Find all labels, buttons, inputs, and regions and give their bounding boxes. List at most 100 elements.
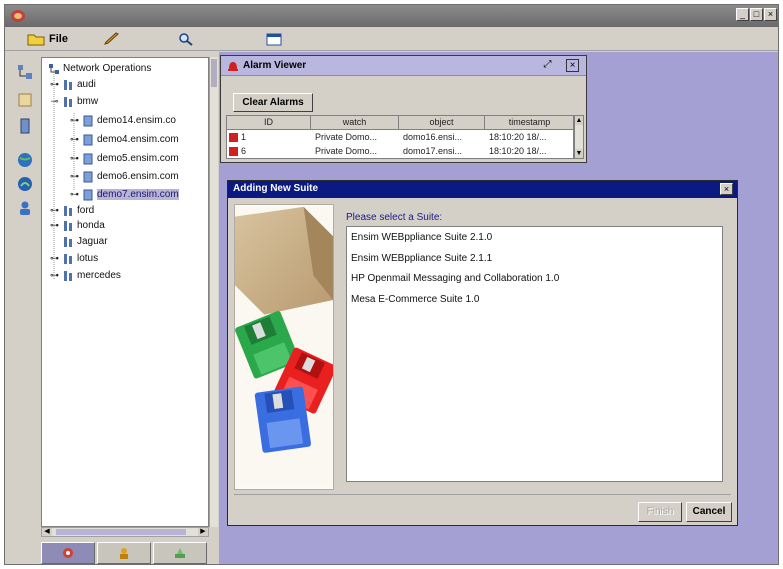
folder-icon: [27, 34, 45, 46]
adding-new-suite-dialog: Adding New Suite × Please select a Suite…: [227, 180, 738, 526]
close-icon[interactable]: ×: [720, 183, 733, 195]
user-icon[interactable]: [16, 199, 34, 217]
cell-id: 1: [241, 132, 247, 142]
tab-users-view[interactable]: [97, 542, 151, 564]
restore-icon[interactable]: ⤢: [541, 59, 554, 72]
expand-handle-icon[interactable]: ⊶: [70, 153, 79, 164]
tree-root[interactable]: Network Operations: [48, 61, 151, 76]
column-header-watch[interactable]: watch: [311, 116, 399, 130]
tree-node-audi[interactable]: ⊶ audi: [50, 77, 96, 92]
server-icon: [83, 115, 93, 126]
expand-handle-icon[interactable]: ⊶: [50, 79, 59, 90]
domain-group-icon: [64, 205, 72, 216]
tree-horizontal-scrollbar[interactable]: ◀ ▶: [41, 527, 209, 537]
menu-window[interactable]: [265, 31, 287, 47]
list-item[interactable]: Ensim WEBppliance Suite 2.1.0: [351, 232, 492, 243]
column-header-timestamp[interactable]: timestamp: [485, 116, 573, 130]
scroll-thumb[interactable]: [211, 59, 217, 87]
expand-handle-icon[interactable]: ⊶: [70, 134, 79, 145]
alarm-table-scrollbar[interactable]: ▲ ▼: [574, 115, 584, 159]
tab-tools-view[interactable]: [153, 542, 207, 564]
domain-group-icon: [64, 79, 72, 90]
alarm-viewer-title: Alarm Viewer: [243, 60, 307, 71]
list-item[interactable]: HP Openmail Messaging and Collaboration …: [351, 273, 559, 284]
tree-node-lotus[interactable]: ⊶ lotus: [50, 251, 98, 266]
cell-watch: Private Domo...: [315, 132, 378, 142]
tree-node-server[interactable]: ⊶ demo14.ensim.co: [70, 113, 176, 128]
minimize-button[interactable]: _: [736, 8, 749, 21]
dialog-titlebar[interactable]: Adding New Suite ×: [228, 181, 737, 198]
alarm-viewer-window: Alarm Viewer ⤢ × Clear Alarms ID watch o…: [220, 55, 587, 163]
magnifier-icon: [179, 33, 193, 46]
network-icon: [49, 63, 59, 74]
finish-button[interactable]: Finish: [638, 502, 682, 522]
tree-node-server[interactable]: ⊶ demo5.ensim.com: [70, 151, 179, 166]
notes-icon[interactable]: [16, 91, 34, 109]
network-view-icon: [63, 548, 73, 558]
alarm-viewer-titlebar[interactable]: Alarm Viewer ⤢ ×: [221, 56, 586, 76]
server-icon: [83, 153, 93, 164]
expand-handle-icon[interactable]: ⊶: [70, 189, 79, 200]
expand-handle-icon[interactable]: ⊶: [50, 220, 59, 231]
cancel-button[interactable]: Cancel: [686, 502, 732, 522]
scroll-down-icon[interactable]: ▼: [575, 149, 583, 158]
server-icon: [83, 134, 93, 145]
menu-file[interactable]: File: [27, 31, 68, 47]
tab-network-view[interactable]: [41, 542, 95, 564]
cell-timestamp: 18:10:20 18/...: [489, 132, 547, 142]
tree-vertical-scrollbar[interactable]: [209, 57, 218, 527]
tree-node-bmw[interactable]: ⊸ bmw: [50, 94, 98, 109]
left-toolbar: [13, 61, 39, 241]
expand-handle-icon[interactable]: ⊶: [70, 115, 79, 126]
tree-node-server[interactable]: ⊶ demo6.ensim.com: [70, 169, 179, 184]
tree-node-mercedes[interactable]: ⊶ mercedes: [50, 268, 121, 283]
users-view-icon: [120, 548, 128, 559]
floppy-disks-illustration: [234, 204, 334, 490]
pencil-icon: [104, 32, 119, 45]
server-icon[interactable]: [16, 117, 34, 135]
globe-icon[interactable]: [16, 151, 34, 169]
column-header-object[interactable]: object: [399, 116, 485, 130]
window-icon: [266, 33, 282, 46]
title-bar: _ □ ×: [5, 5, 778, 27]
network-tree-icon[interactable]: [16, 63, 34, 81]
scroll-right-icon[interactable]: ▶: [198, 528, 208, 536]
app-icon: [11, 10, 25, 22]
scroll-up-icon[interactable]: ▲: [575, 116, 583, 125]
expand-handle-icon[interactable]: ⊶: [50, 253, 59, 264]
list-item[interactable]: Ensim WEBppliance Suite 2.1.1: [351, 253, 492, 264]
domain-group-icon: [64, 220, 72, 231]
clear-alarms-button[interactable]: Clear Alarms: [233, 93, 313, 112]
tree-node-server[interactable]: ⊶ demo4.ensim.com: [70, 132, 179, 147]
tree-node-ford[interactable]: ⊶ ford: [50, 203, 94, 218]
close-icon[interactable]: ×: [566, 59, 579, 72]
tree-node-honda[interactable]: ⊶ honda: [50, 218, 105, 233]
list-item[interactable]: Mesa E-Commerce Suite 1.0: [351, 294, 479, 305]
scroll-left-icon[interactable]: ◀: [42, 528, 52, 536]
dialog-title: Adding New Suite: [233, 183, 318, 194]
globe-network-icon[interactable]: [16, 175, 34, 193]
alarm-severity-icon: [229, 147, 238, 156]
suite-list: Ensim WEBppliance Suite 2.1.0 Ensim WEBp…: [346, 226, 723, 482]
expand-handle-icon[interactable]: ⊶: [70, 171, 79, 182]
domain-group-icon: [64, 96, 72, 107]
tools-view-icon: [175, 548, 185, 558]
domain-group-icon: [64, 270, 72, 281]
domain-group-icon: [64, 253, 72, 264]
menu-edit[interactable]: [103, 31, 125, 47]
close-button[interactable]: ×: [764, 8, 777, 21]
server-icon: [83, 171, 93, 182]
tree-node-jaguar[interactable]: Jaguar: [50, 234, 108, 249]
expand-handle-icon[interactable]: ⊶: [50, 205, 59, 216]
tree-node-server-selected[interactable]: ⊶ demo7.ensim.com: [70, 187, 179, 202]
scroll-thumb[interactable]: [56, 529, 186, 535]
alarm-table: ID watch object timestamp 1 Private Domo…: [226, 115, 574, 159]
dialog-separator: [234, 494, 731, 495]
alarm-bell-icon: [228, 62, 238, 71]
maximize-button[interactable]: □: [750, 8, 763, 21]
menu-view[interactable]: [177, 31, 199, 47]
collapse-handle-icon[interactable]: ⊸: [50, 96, 59, 107]
column-header-id[interactable]: ID: [227, 116, 311, 130]
tree-panel: Network Operations ⊶ audi ⊸ bmw ⊶ demo14…: [41, 57, 218, 564]
expand-handle-icon[interactable]: ⊶: [50, 270, 59, 281]
